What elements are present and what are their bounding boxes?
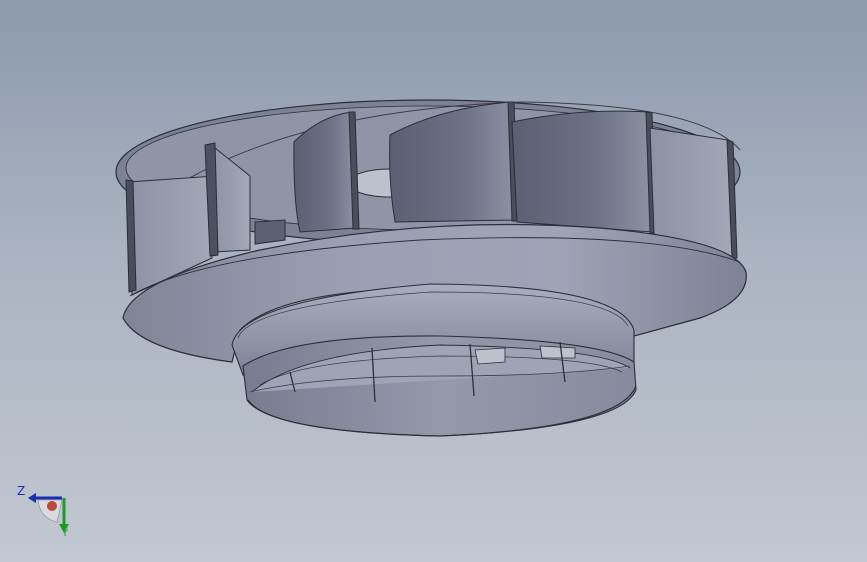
y-axis-label: Y bbox=[62, 528, 69, 539]
graphics-viewport[interactable]: Z Y bbox=[0, 0, 867, 562]
view-orientation-triad[interactable]: Z Y bbox=[12, 478, 82, 548]
z-axis-label: Z bbox=[17, 484, 26, 498]
inlet-ring bbox=[231, 283, 637, 437]
impeller-model[interactable] bbox=[0, 0, 867, 562]
